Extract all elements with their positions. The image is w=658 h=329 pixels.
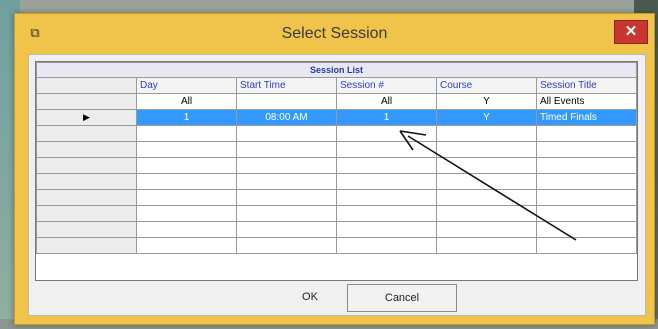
cell-start-time[interactable]: 08:00 AM (236, 109, 337, 126)
cell-start-time[interactable] (236, 93, 337, 110)
row-indicator[interactable] (36, 141, 137, 158)
dialog-body: Session List Day Start Time Session # Co… (28, 54, 646, 316)
empty-cell[interactable] (236, 125, 337, 142)
empty-cell[interactable] (136, 173, 237, 190)
empty-cell[interactable] (336, 221, 437, 238)
empty-cell[interactable] (136, 205, 237, 222)
empty-cell[interactable] (136, 221, 237, 238)
empty-cell[interactable] (536, 157, 637, 174)
empty-row[interactable] (36, 205, 637, 222)
header-corner (36, 77, 137, 94)
row-indicator[interactable] (36, 189, 137, 206)
empty-cell[interactable] (336, 125, 437, 142)
empty-cell[interactable] (436, 189, 537, 206)
empty-row[interactable] (36, 141, 637, 158)
cell-day[interactable]: 1 (136, 109, 237, 126)
cell-session-title[interactable]: Timed Finals (536, 109, 637, 126)
column-header-session-title[interactable]: Session Title (536, 77, 637, 94)
empty-cell[interactable] (536, 173, 637, 190)
empty-cell[interactable] (536, 237, 637, 254)
empty-row[interactable] (36, 221, 637, 238)
cell-session-number[interactable]: 1 (336, 109, 437, 126)
column-header-day[interactable]: Day (136, 77, 237, 94)
session-table: Session List Day Start Time Session # Co… (36, 62, 637, 254)
table-row-selected[interactable]: ▶ 1 08:00 AM 1 Y Timed Finals (36, 109, 637, 126)
title-bar[interactable]: ⧉ Select Session ✕ (15, 14, 654, 53)
empty-cell[interactable] (236, 237, 337, 254)
empty-cell[interactable] (136, 189, 237, 206)
cell-session-title[interactable]: All Events (536, 93, 637, 110)
close-button[interactable]: ✕ (614, 20, 648, 44)
empty-row[interactable] (36, 125, 637, 142)
empty-cell[interactable] (236, 189, 337, 206)
empty-cell[interactable] (136, 157, 237, 174)
row-indicator[interactable] (36, 173, 137, 190)
row-indicator[interactable] (36, 205, 137, 222)
empty-cell[interactable] (436, 157, 537, 174)
empty-cell[interactable] (136, 237, 237, 254)
empty-cell[interactable] (136, 125, 237, 142)
empty-cell[interactable] (536, 221, 637, 238)
empty-cell[interactable] (336, 189, 437, 206)
empty-cell[interactable] (436, 125, 537, 142)
row-indicator[interactable] (36, 125, 137, 142)
empty-cell[interactable] (336, 173, 437, 190)
desktop-background-top (0, 0, 658, 14)
empty-cell[interactable] (436, 141, 537, 158)
cell-course[interactable]: Y (436, 93, 537, 110)
empty-cell[interactable] (536, 189, 637, 206)
cancel-button[interactable]: Cancel (347, 284, 457, 312)
row-indicator[interactable] (36, 221, 137, 238)
button-bar: OK Cancel (29, 284, 645, 312)
empty-cell[interactable] (336, 237, 437, 254)
empty-cell[interactable] (336, 141, 437, 158)
column-header-course[interactable]: Course (436, 77, 537, 94)
current-row-arrow-icon[interactable]: ▶ (36, 109, 137, 126)
empty-row[interactable] (36, 189, 637, 206)
cell-session-number[interactable]: All (336, 93, 437, 110)
select-session-dialog: ⧉ Select Session ✕ Session List Day Star… (14, 13, 655, 325)
empty-cell[interactable] (436, 205, 537, 222)
empty-cell[interactable] (236, 173, 337, 190)
empty-cell[interactable] (436, 221, 537, 238)
row-indicator[interactable] (36, 93, 137, 110)
cell-day[interactable]: All (136, 93, 237, 110)
row-indicator[interactable] (36, 237, 137, 254)
empty-cell[interactable] (336, 157, 437, 174)
empty-cell[interactable] (536, 125, 637, 142)
header-row: Day Start Time Session # Course Session … (36, 77, 637, 94)
empty-row[interactable] (36, 237, 637, 254)
empty-cell[interactable] (436, 173, 537, 190)
empty-cell[interactable] (436, 237, 537, 254)
empty-cell[interactable] (536, 205, 637, 222)
empty-cell[interactable] (536, 141, 637, 158)
empty-cell[interactable] (136, 141, 237, 158)
empty-cell[interactable] (236, 205, 337, 222)
row-indicator[interactable] (36, 157, 137, 174)
empty-cell[interactable] (236, 141, 337, 158)
dialog-title: Select Session (281, 25, 388, 42)
column-header-start-time[interactable]: Start Time (236, 77, 337, 94)
table-row[interactable]: All All Y All Events (36, 93, 637, 110)
cell-course[interactable]: Y (436, 109, 537, 126)
empty-cell[interactable] (236, 221, 337, 238)
ok-button[interactable]: OK (283, 284, 337, 310)
session-list-grid: Session List Day Start Time Session # Co… (35, 61, 638, 281)
empty-row[interactable] (36, 173, 637, 190)
column-header-session-number[interactable]: Session # (336, 77, 437, 94)
empty-cell[interactable] (336, 205, 437, 222)
grid-caption: Session List (36, 62, 637, 78)
empty-cell[interactable] (236, 157, 337, 174)
empty-row[interactable] (36, 157, 637, 174)
